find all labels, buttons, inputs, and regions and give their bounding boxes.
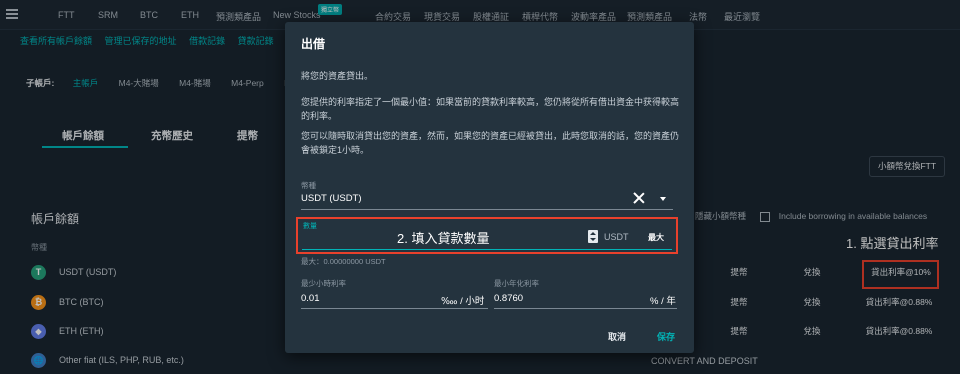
dialog-text-1: 將您的資產貸出。 <box>301 71 374 81</box>
stepper-icon[interactable] <box>588 230 598 243</box>
cancel-button[interactable]: 取消 <box>608 330 626 343</box>
clear-icon[interactable] <box>633 192 645 204</box>
hourly-underline <box>301 308 488 309</box>
min-hourly-rate-label: 最少小時利率 <box>301 279 346 288</box>
max-note: 最大：0.00000000 USDT <box>301 257 386 266</box>
quantity-label: 數量 <box>303 223 317 230</box>
coin-select[interactable]: USDT (USDT) <box>301 193 362 204</box>
lend-dialog: 出借 將您的資產貸出。 您提供的利率指定了一個最小值：如果當前的貸款利率較高，您… <box>285 22 694 353</box>
min-hourly-rate-input[interactable]: 0.01 <box>301 293 320 304</box>
annual-underline <box>494 308 677 309</box>
quantity-field[interactable]: 數量 2. 填入貸款數量 USDT 最大 <box>296 217 678 254</box>
save-button[interactable]: 保存 <box>657 330 675 343</box>
min-annual-rate-label: 最小年化利率 <box>494 279 539 288</box>
step2-annotation: 2. 填入貸款數量 <box>397 231 490 246</box>
coin-underline <box>301 209 673 210</box>
quantity-underline <box>302 249 672 250</box>
max-button[interactable]: 最大 <box>648 232 664 243</box>
min-hourly-rate-unit: ‱ / 小时 <box>441 296 485 307</box>
chevron-down-icon[interactable] <box>660 197 666 201</box>
dialog-text-2: 您提供的利率指定了一個最小值：如果當前的貸款利率較高，您仍將從所有借出資金中获得… <box>301 97 680 121</box>
dialog-title: 出借 <box>301 37 326 51</box>
quantity-unit: USDT <box>604 232 629 242</box>
dialog-text-3: 您可以隨時取消貸出您的資產，然而，如果您的資產已經被貸出，此時您取消的話，您的資… <box>301 131 680 155</box>
coin-field-label: 幣種 <box>301 181 316 190</box>
min-annual-rate-input[interactable]: 0.8760 <box>494 293 523 304</box>
min-annual-rate-unit: % / 年 <box>650 296 676 307</box>
